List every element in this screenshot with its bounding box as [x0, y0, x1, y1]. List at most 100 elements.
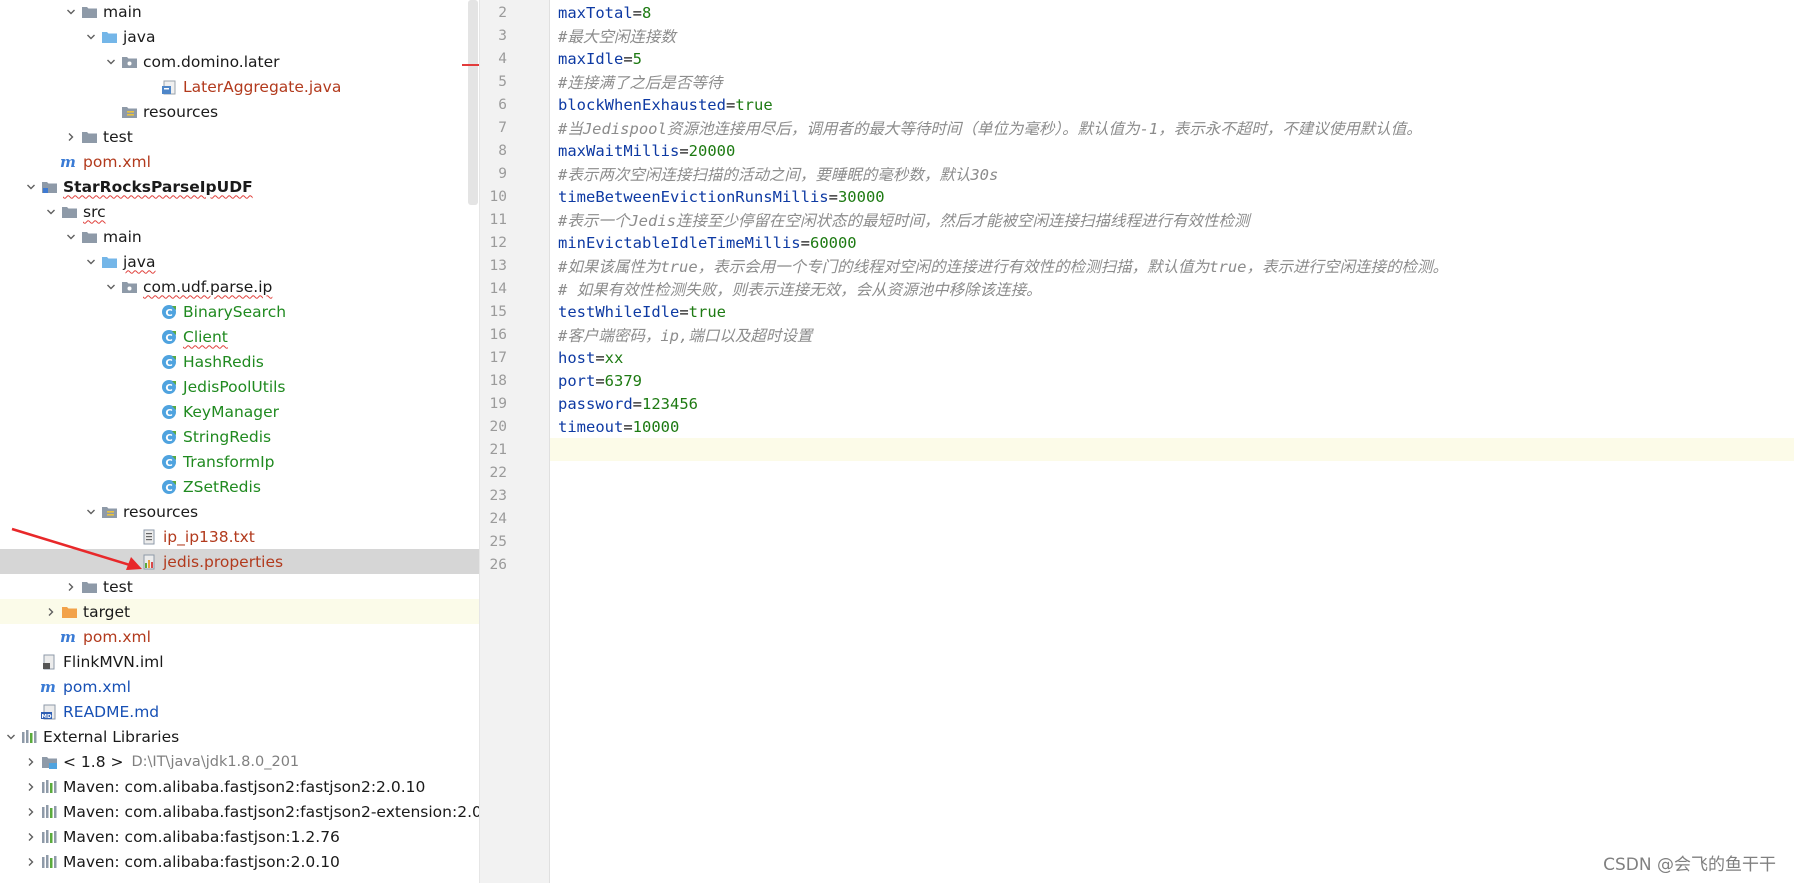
code-line[interactable]: minEvictableIdleTimeMillis = 60000: [550, 231, 1794, 254]
chevron-right-icon[interactable]: [42, 599, 60, 624]
chevron-right-icon[interactable]: [22, 849, 40, 874]
tree-item[interactable]: jedis.properties: [0, 549, 479, 574]
tree-item[interactable]: m pom.xml: [0, 624, 479, 649]
code-line[interactable]: timeout = 10000: [550, 415, 1794, 438]
tree-item[interactable]: target: [0, 599, 479, 624]
code-line[interactable]: # 如果有效性检测失败，则表示连接无效，会从资源池中移除该连接。: [550, 277, 1794, 300]
tree-item[interactable]: StarRocksParseIpUDF: [0, 174, 479, 199]
tree-item[interactable]: C TransformIp: [0, 449, 479, 474]
comment: #连接满了之后是否等待: [558, 73, 723, 92]
chevron-right-icon[interactable]: [62, 124, 80, 149]
tree-item[interactable]: test: [0, 124, 479, 149]
code-line[interactable]: #最大空闲连接数: [550, 24, 1794, 47]
tree-item[interactable]: C JedisPoolUtils: [0, 374, 479, 399]
tree-item[interactable]: C Client: [0, 324, 479, 349]
tree-item[interactable]: < 1.8 > D:\IT\java\jdk1.8.0_201: [0, 749, 479, 774]
chevron-down-icon[interactable]: [22, 174, 40, 199]
code-line[interactable]: maxWaitMillis = 20000: [550, 139, 1794, 162]
tree-item[interactable]: m pom.xml: [0, 674, 479, 699]
chevron-down-icon[interactable]: [2, 724, 20, 749]
tree-item[interactable]: C KeyManager: [0, 399, 479, 424]
code-line[interactable]: #客户端密码，ip,端口以及超时设置: [550, 323, 1794, 346]
tree-item[interactable]: C StringRedis: [0, 424, 479, 449]
code-line[interactable]: blockWhenExhausted = true: [550, 93, 1794, 116]
tree-item[interactable]: resources: [0, 99, 479, 124]
tree-item[interactable]: C ZSetRedis: [0, 474, 479, 499]
code-line[interactable]: testWhileIdle = true: [550, 300, 1794, 323]
chevron-right-icon[interactable]: [22, 799, 40, 824]
chevron-right-icon[interactable]: [22, 749, 40, 774]
code-line[interactable]: [550, 553, 1794, 576]
code-line[interactable]: #连接满了之后是否等待: [550, 70, 1794, 93]
code-line[interactable]: #当Jedispool资源池连接用尽后，调用者的最大等待时间（单位为毫秒）。默认…: [550, 116, 1794, 139]
property-value: 30000: [837, 187, 885, 206]
tree-item[interactable]: ip_ip138.txt: [0, 524, 479, 549]
line-number: 20: [489, 418, 507, 435]
tree-item[interactable]: com.domino.later: [0, 49, 479, 74]
code-line[interactable]: port = 6379: [550, 369, 1794, 392]
chevron-right-icon[interactable]: [22, 774, 40, 799]
tree-item[interactable]: Maven: com.alibaba.fastjson2:fastjson2:2…: [0, 774, 479, 799]
tree-item[interactable]: src: [0, 199, 479, 224]
property-key: maxIdle: [558, 49, 624, 68]
chevron-down-icon[interactable]: [102, 274, 120, 299]
code-line[interactable]: [550, 507, 1794, 530]
chevron-down-icon[interactable]: [62, 224, 80, 249]
chevron-down-icon[interactable]: [82, 249, 100, 274]
chevron-down-icon[interactable]: [82, 24, 100, 49]
property-key: minEvictableIdleTimeMillis: [558, 233, 801, 252]
property-value: 60000: [809, 233, 857, 252]
code-line[interactable]: [550, 484, 1794, 507]
tree-item-label: src: [83, 202, 106, 221]
chevron-down-icon[interactable]: [82, 499, 100, 524]
tree-item[interactable]: com.udf.parse.ip: [0, 274, 479, 299]
chevron-down-icon[interactable]: [42, 199, 60, 224]
tree-item-label: ZSetRedis: [183, 477, 261, 496]
tree-item[interactable]: FlinkMVN.iml: [0, 649, 479, 674]
svg-text:C: C: [165, 433, 172, 444]
tree-item[interactable]: C BinarySearch: [0, 299, 479, 324]
chevron-right-icon[interactable]: [62, 574, 80, 599]
code-line[interactable]: #如果该属性为true，表示会用一个专门的线程对空闲的连接进行有效性的检测扫描，…: [550, 254, 1794, 277]
line-number: 23: [489, 487, 507, 504]
code-line[interactable]: timeBetweenEvictionRunsMillis = 30000: [550, 185, 1794, 208]
code-editor[interactable]: maxTotal = 8 #最大空闲连接数 maxIdle = 5 #连接满了之后是否等待 bl…: [550, 0, 1794, 883]
code-line[interactable]: [550, 461, 1794, 484]
code-line[interactable]: password = 123456: [550, 392, 1794, 415]
code-line[interactable]: #表示一个Jedis连接至少停留在空闲状态的最短时间，然后才能被空闲连接扫描线程…: [550, 208, 1794, 231]
tree-item-label: main: [103, 227, 142, 246]
code-line[interactable]: [550, 530, 1794, 553]
folder-orange-icon: [60, 603, 78, 621]
tree-item-label: StarRocksParseIpUDF: [63, 177, 253, 196]
tree-item[interactable]: Maven: com.alibaba.fastjson2:fastjson2-e…: [0, 799, 479, 824]
tree-item[interactable]: External Libraries: [0, 724, 479, 749]
tree-item[interactable]: Maven: com.alibaba:fastjson:2.0.10: [0, 849, 479, 874]
tree-item[interactable]: LaterAggregate.java: [0, 74, 479, 99]
code-line[interactable]: maxIdle = 5: [550, 47, 1794, 70]
code-line[interactable]: host = xx: [550, 346, 1794, 369]
tree-item[interactable]: java: [0, 24, 479, 49]
tree-item[interactable]: test: [0, 574, 479, 599]
iml-icon: [40, 653, 58, 671]
code-line[interactable]: [550, 438, 1794, 461]
tree-item-label: StringRedis: [183, 427, 272, 446]
tree-item[interactable]: java: [0, 249, 479, 274]
tree-item[interactable]: resources: [0, 499, 479, 524]
tree-item[interactable]: C HashRedis: [0, 349, 479, 374]
tree-item[interactable]: m pom.xml: [0, 149, 479, 174]
tree-item-label: README.md: [63, 702, 160, 721]
chevron-down-icon[interactable]: [102, 49, 120, 74]
chevron-down-icon[interactable]: [62, 0, 80, 24]
tree-item[interactable]: main: [0, 224, 479, 249]
code-line[interactable]: maxTotal = 8: [550, 1, 1794, 24]
tree-item[interactable]: main: [0, 0, 479, 24]
tree-item[interactable]: MD README.md: [0, 699, 479, 724]
chevron-right-icon[interactable]: [22, 824, 40, 849]
tree-item[interactable]: Maven: com.alibaba:fastjson:1.2.76: [0, 824, 479, 849]
line-number: 3: [498, 27, 507, 44]
code-line[interactable]: #表示两次空闲连接扫描的活动之间，要睡眠的毫秒数，默认30s: [550, 162, 1794, 185]
